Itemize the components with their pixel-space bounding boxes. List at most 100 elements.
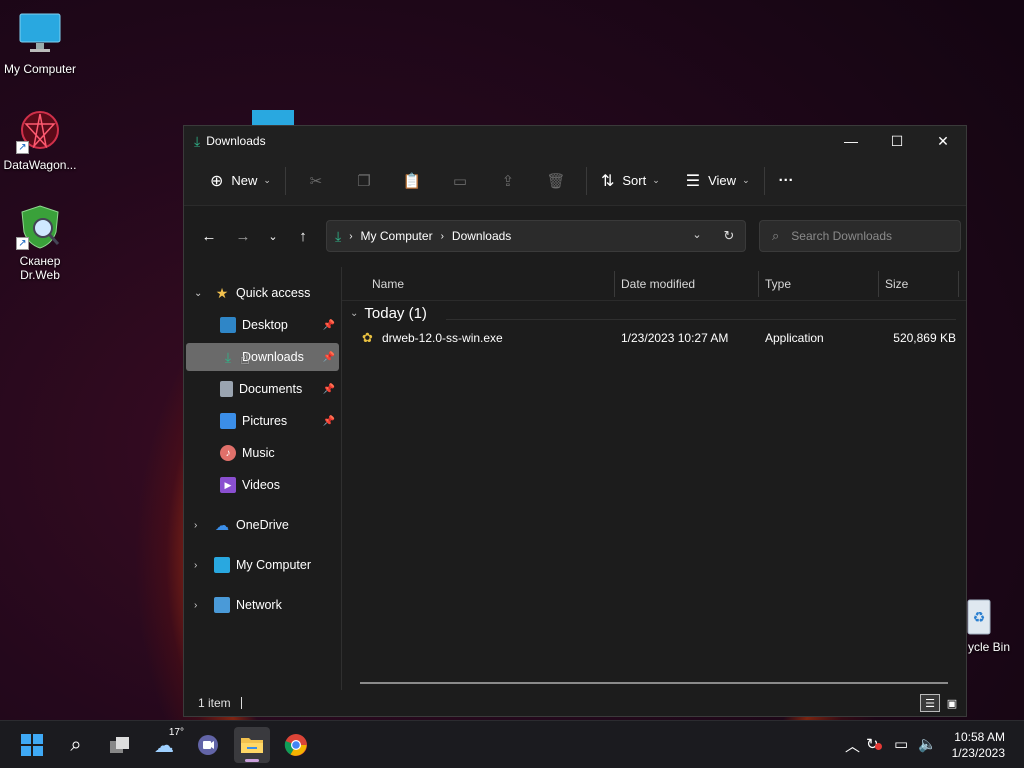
sidebar-item-my-computer[interactable]: › My Computer bbox=[186, 551, 339, 579]
more-options-button[interactable]: ··· bbox=[771, 165, 802, 197]
column-divider[interactable] bbox=[758, 271, 759, 297]
toolbar-divider bbox=[763, 166, 765, 195]
column-divider[interactable] bbox=[878, 271, 879, 297]
breadcrumb-downloads[interactable]: Downloads bbox=[452, 229, 511, 243]
column-divider[interactable] bbox=[958, 271, 959, 297]
show-hidden-icons-chevron-icon[interactable]: ︿ bbox=[845, 735, 860, 756]
sidebar-item-pictures[interactable]: Pictures 📌 bbox=[186, 407, 339, 435]
star-icon: ★ bbox=[215, 284, 229, 301]
task-view-icon[interactable] bbox=[102, 727, 138, 763]
sync-alert-icon[interactable]: ↻ bbox=[866, 735, 882, 753]
close-button[interactable]: ✕ bbox=[920, 126, 966, 156]
desktop-icon-drweb-scanner[interactable]: ↗ Сканер Dr.Web bbox=[0, 202, 80, 282]
weather-temperature: 17° bbox=[168, 727, 184, 738]
chevron-right-icon[interactable]: › bbox=[194, 520, 214, 531]
item-count: 1 item bbox=[198, 696, 231, 710]
file-list-pane: Name Date modified Type Size ⌄ Today (1)… bbox=[342, 267, 966, 690]
navigation-pane: ⌄ ★ Quick access Desktop 📌 ⤓ Downloads 📌… bbox=[184, 267, 342, 690]
maximize-button[interactable]: ☐ bbox=[874, 126, 920, 156]
rename-icon[interactable]: ▭ bbox=[436, 172, 484, 190]
sidebar-item-quick-access[interactable]: ⌄ ★ Quick access bbox=[186, 279, 339, 307]
group-label: Today (1) bbox=[364, 305, 427, 322]
horizontal-scrollbar[interactable] bbox=[360, 682, 948, 684]
pin-icon[interactable]: 📌 bbox=[323, 384, 335, 395]
sidebar-item-videos[interactable]: ▶ Videos bbox=[186, 471, 339, 499]
file-row[interactable]: ✿ drweb-12.0-ss-win.exe 1/23/2023 10:27 … bbox=[358, 327, 956, 351]
chevron-right-icon[interactable]: › bbox=[194, 560, 214, 571]
copy-icon[interactable]: ❐ bbox=[340, 172, 388, 190]
pin-icon[interactable]: 📌 bbox=[323, 352, 335, 363]
sidebar-item-music[interactable]: ♪ Music bbox=[186, 439, 339, 467]
chevron-down-icon[interactable]: ⌄ bbox=[350, 308, 358, 319]
teams-chat-icon[interactable] bbox=[190, 727, 226, 763]
network-icon bbox=[214, 597, 230, 613]
new-button[interactable]: ⊕ New ⌄ bbox=[202, 165, 279, 197]
pin-icon[interactable]: 📌 bbox=[323, 320, 335, 331]
forward-arrow-icon[interactable]: → bbox=[228, 228, 258, 245]
column-header-size[interactable]: Size bbox=[885, 267, 908, 301]
delete-icon[interactable]: 🗑 bbox=[532, 172, 580, 190]
sidebar-item-downloads[interactable]: ⤓ Downloads 📌 bbox=[186, 343, 339, 371]
desktop-icon-label: DataWagon... bbox=[3, 158, 77, 172]
new-button-label: New bbox=[231, 173, 258, 188]
file-size: 520,869 KB bbox=[893, 331, 956, 345]
sidebar-item-documents[interactable]: Documents 📌 bbox=[186, 375, 339, 403]
start-windows-icon[interactable] bbox=[14, 727, 50, 763]
group-header-today[interactable]: ⌄ Today (1) bbox=[350, 305, 427, 322]
breadcrumb-my-computer[interactable]: My Computer bbox=[361, 229, 433, 243]
up-arrow-icon[interactable]: ↑ bbox=[288, 228, 318, 245]
system-clock[interactable]: 10:58 AM 1/23/2023 bbox=[952, 729, 1005, 761]
chevron-down-icon[interactable]: ⌄ bbox=[194, 288, 214, 299]
weather-cloud-icon[interactable]: ☁ 17° bbox=[146, 727, 184, 763]
desktop-icon-my-computer[interactable]: My Computer bbox=[0, 10, 80, 76]
sidebar-item-label: OneDrive bbox=[236, 518, 289, 532]
sidebar-item-label: Quick access bbox=[236, 286, 311, 300]
search-placeholder: Search Downloads bbox=[791, 229, 893, 243]
paste-icon[interactable]: 📋 bbox=[388, 172, 436, 190]
network-display-icon[interactable]: ▭ bbox=[894, 735, 908, 753]
address-history-chevron-icon[interactable]: ⌄ bbox=[681, 228, 713, 244]
sort-button[interactable]: ⇅ Sort ⌄ bbox=[593, 165, 668, 197]
sidebar-item-label: Music bbox=[242, 446, 275, 460]
title-bar[interactable]: ⤓ Downloads — ☐ ✕ bbox=[184, 126, 966, 156]
toolbar-divider bbox=[585, 166, 587, 195]
installer-exe-icon: ✿ bbox=[362, 330, 373, 345]
view-button[interactable]: ☰ View ⌄ bbox=[678, 165, 758, 197]
sidebar-item-onedrive[interactable]: › ☁ OneDrive bbox=[186, 511, 339, 539]
column-header-type[interactable]: Type bbox=[765, 267, 791, 301]
desktop-icon-datawagon[interactable]: ↗ DataWagon... bbox=[0, 106, 80, 172]
sidebar-item-desktop[interactable]: Desktop 📌 bbox=[186, 311, 339, 339]
desktop-icon-label: My Computer bbox=[3, 62, 77, 76]
back-arrow-icon[interactable]: ← bbox=[194, 228, 224, 245]
window-title: Downloads bbox=[206, 134, 266, 148]
desktop-icon-label: Сканер Dr.Web bbox=[19, 254, 61, 282]
share-icon[interactable]: ⇪ bbox=[484, 172, 532, 190]
speaker-volume-icon[interactable]: 🔈 bbox=[918, 735, 937, 753]
desktop-icon-partial bbox=[252, 110, 294, 126]
toolbar-divider bbox=[284, 166, 286, 195]
chevron-right-icon[interactable]: › bbox=[194, 600, 214, 611]
column-header-name[interactable]: Name bbox=[372, 267, 404, 301]
column-header-date-modified[interactable]: Date modified bbox=[621, 267, 695, 301]
file-explorer-folder-icon[interactable] bbox=[234, 727, 270, 763]
search-icon[interactable]: ⌕ bbox=[58, 727, 94, 763]
alert-dot-icon bbox=[875, 743, 882, 750]
sidebar-item-label: Downloads bbox=[242, 350, 304, 364]
address-bar[interactable]: ⤓ › My Computer › Downloads ⌄ ↻ bbox=[326, 220, 746, 252]
view-lines-icon: ☰ bbox=[685, 172, 701, 190]
cut-icon[interactable]: ✂ bbox=[292, 172, 340, 190]
clock-date: 1/23/2023 bbox=[951, 746, 1005, 760]
minimize-button[interactable]: — bbox=[828, 126, 874, 156]
search-box[interactable]: ⌕ Search Downloads bbox=[759, 220, 961, 252]
chevron-down-icon: ⌄ bbox=[263, 175, 271, 185]
recent-locations-chevron-icon[interactable]: ⌄ bbox=[258, 230, 288, 243]
large-icons-view-icon[interactable]: ▣ bbox=[942, 694, 962, 712]
download-arrow-icon: ⤓ bbox=[194, 132, 201, 149]
shortcut-arrow-icon: ↗ bbox=[16, 141, 29, 154]
pin-icon[interactable]: 📌 bbox=[323, 416, 335, 427]
refresh-icon[interactable]: ↻ bbox=[713, 228, 745, 244]
details-view-icon[interactable]: ☰ bbox=[920, 694, 940, 712]
chrome-browser-icon[interactable] bbox=[278, 727, 314, 763]
column-divider[interactable] bbox=[614, 271, 615, 297]
sidebar-item-network[interactable]: › Network bbox=[186, 591, 339, 619]
